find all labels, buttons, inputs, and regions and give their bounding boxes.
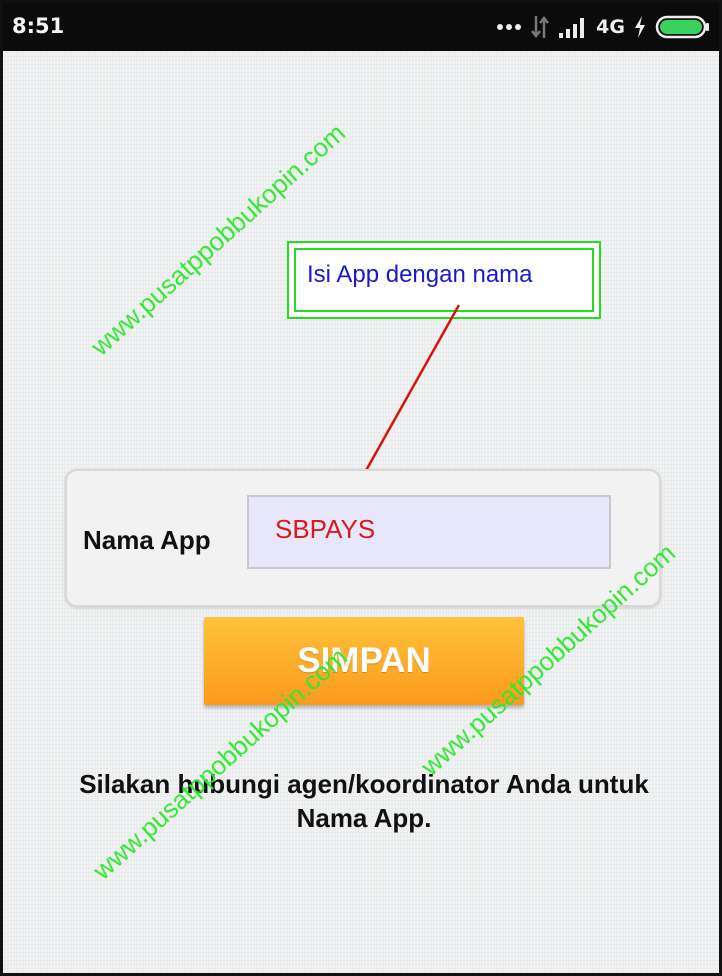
info-line-1: Silakan hubungi agen/koordinator Anda un… (79, 769, 649, 799)
app-screen: Isi App dengan nama Nama App SBPAYS SIMP… (3, 51, 719, 973)
app-name-form-panel: Nama App SBPAYS (65, 469, 661, 607)
status-bar: 8:51 4G (3, 3, 719, 51)
signal-icon (559, 18, 585, 38)
watermark-text: www.pusatppobbukopin.com (85, 117, 352, 362)
charging-bolt-icon (635, 16, 645, 38)
annotation-callout: Isi App dengan nama (287, 241, 601, 319)
dots-icon (497, 24, 522, 30)
network-type: 4G (596, 16, 625, 38)
status-icons: 4G (496, 11, 711, 43)
nama-app-label: Nama App (83, 525, 211, 555)
battery-icon (655, 15, 709, 39)
nama-app-input[interactable]: SBPAYS (247, 495, 611, 569)
status-time: 8:51 (12, 14, 65, 38)
data-transfer-icon (531, 15, 550, 39)
phone-screenshot-frame: 8:51 4G Isi App dengan nama Nama App SBP… (0, 0, 722, 976)
annotation-callout-text: Isi App dengan nama (307, 261, 533, 288)
simpan-button[interactable]: SIMPAN (204, 617, 524, 705)
